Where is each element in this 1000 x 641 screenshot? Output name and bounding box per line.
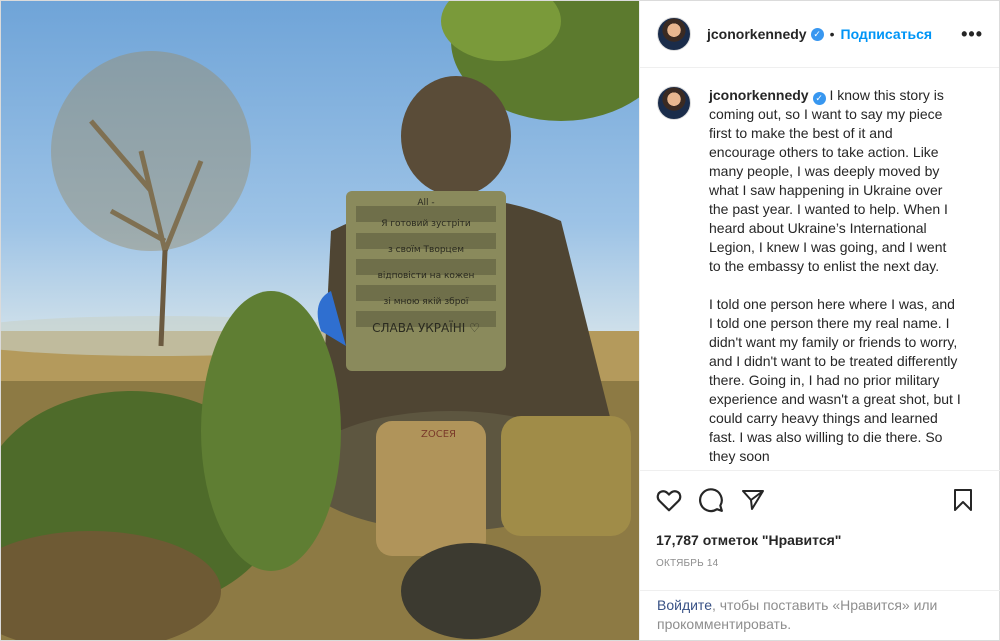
separator-dot: •: [829, 26, 835, 42]
action-bar: 17,787 отметок "Нравится" ОКТЯБРЬ 14: [640, 470, 1000, 590]
post-sidebar: jconorkennedy ✓ • Подписаться ••• jconor…: [639, 1, 1000, 640]
vest-line: All -: [417, 198, 435, 208]
soldier-photo: [1, 1, 639, 640]
caption-username-link[interactable]: jconorkennedy: [709, 87, 809, 103]
avatar[interactable]: [657, 17, 691, 51]
vest-line: відповісти на кожен: [377, 271, 475, 281]
login-link[interactable]: Войдите: [657, 597, 712, 613]
vest-line: з своїм Творцем: [387, 245, 465, 255]
vest-line: зі мною якій зброї: [383, 297, 469, 307]
caption-paragraph: I told one person here where I was, and …: [709, 296, 961, 464]
caption-text: jconorkennedy ✓ I know this story is comi…: [709, 86, 961, 470]
comment-icon[interactable]: [698, 487, 724, 513]
caption-paragraph: jconorkennedy ✓ I know this story is comi…: [709, 86, 961, 276]
verified-badge-icon: ✓: [810, 27, 824, 41]
vest-line: Я готовий зустріти: [381, 219, 471, 229]
heart-icon[interactable]: [656, 488, 682, 512]
verified-badge-icon: ✓: [812, 92, 826, 105]
more-options-icon[interactable]: •••: [961, 24, 983, 45]
vest-line: СЛАВА УКРАЇНІ ♡: [372, 321, 480, 335]
action-icons: [656, 485, 984, 515]
share-icon[interactable]: [740, 488, 766, 512]
caption-paragraph-text: I know this story is coming out, so I wa…: [709, 87, 948, 274]
follow-button[interactable]: Подписаться: [841, 26, 933, 42]
post-date[interactable]: ОКТЯБРЬ 14: [656, 558, 984, 569]
bookmark-icon[interactable]: [952, 488, 974, 512]
username-link[interactable]: jconorkennedy: [707, 26, 807, 42]
likes-count[interactable]: 17,787 отметок "Нравится": [656, 532, 984, 548]
pouch-text: ZOCEЯ: [421, 429, 456, 440]
caption-area: jconorkennedy ✓ I know this story is comi…: [640, 68, 999, 470]
login-prompt: Войдите, чтобы поставить «Нравится» или …: [640, 590, 1000, 640]
instagram-post: All - Я готовий зустріти з своїм Творцем…: [0, 0, 1000, 641]
caption-avatar[interactable]: [657, 86, 691, 120]
vest-text: All - Я готовий зустріти з своїм Творцем…: [356, 197, 496, 341]
post-header: jconorkennedy ✓ • Подписаться •••: [640, 1, 999, 68]
post-photo[interactable]: All - Я готовий зустріти з своїм Творцем…: [1, 1, 639, 640]
